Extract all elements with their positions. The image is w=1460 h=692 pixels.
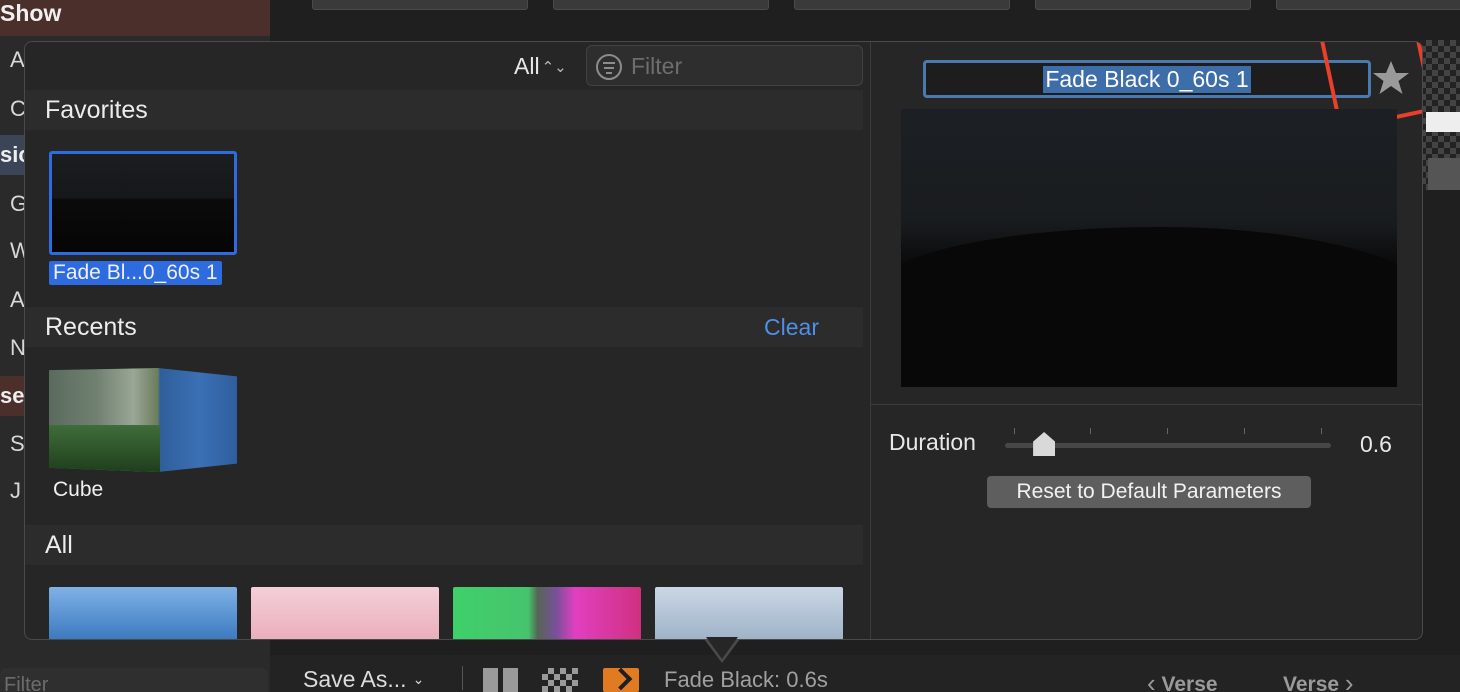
all-title: All xyxy=(45,531,73,559)
recent-transition-thumbnail-cube[interactable] xyxy=(49,368,237,472)
all-section-header: All xyxy=(25,525,863,565)
slider-tick xyxy=(1090,428,1091,434)
sidebar-section-header[interactable]: se xyxy=(0,376,26,416)
split-layout-icon[interactable] xyxy=(483,668,519,692)
duration-label: Duration xyxy=(889,429,976,455)
slide-text-fragment xyxy=(1426,112,1460,132)
slide-preview-edge xyxy=(1420,40,1460,190)
recents-title: Recents xyxy=(45,313,137,341)
bottom-toolbar xyxy=(270,655,1460,692)
transition-status[interactable]: Fade Black: 0.6s xyxy=(664,667,828,692)
sidebar-row[interactable]: J xyxy=(0,471,26,511)
save-as-label: Save As... xyxy=(303,666,407,692)
recents-section-header: Recents Clear xyxy=(25,307,863,347)
sidebar-filter-field[interactable]: Filter xyxy=(0,668,268,692)
filter-field[interactable] xyxy=(586,45,863,86)
slider-tick xyxy=(1014,428,1015,434)
slider-tick xyxy=(1244,428,1245,434)
sidebar-row[interactable]: C xyxy=(0,89,26,129)
favorites-section-header: Favorites xyxy=(25,90,863,130)
updown-chevron-icon: ⌃⌄ xyxy=(541,59,567,76)
clear-recents-button[interactable]: Clear xyxy=(764,307,819,347)
transition-preview xyxy=(901,109,1397,387)
popover-tail xyxy=(706,637,738,659)
checkerboard-icon[interactable] xyxy=(542,668,578,692)
sidebar-row[interactable]: W xyxy=(0,231,31,271)
save-as-menu[interactable]: Save As... ⌄ xyxy=(303,666,424,692)
sidebar-row[interactable]: A xyxy=(0,280,26,320)
transition-library: All⌃⌄ Favorites Fade Bl...0_60s 1 Recent… xyxy=(25,42,870,639)
slide-card[interactable] xyxy=(1035,0,1251,10)
slider-tick xyxy=(1167,428,1168,434)
sidebar-row-selected[interactable]: sic xyxy=(0,135,31,175)
reset-default-parameters-button[interactable]: Reset to Default Parameters xyxy=(987,476,1311,508)
favorites-title: Favorites xyxy=(45,96,148,124)
filter-icon xyxy=(596,54,622,80)
transition-picker-popover: All⌃⌄ Favorites Fade Bl...0_60s 1 Recent… xyxy=(24,41,1423,640)
slide-card[interactable] xyxy=(553,0,769,10)
duration-slider-thumb[interactable] xyxy=(1033,432,1056,456)
favorite-transition-thumbnail[interactable] xyxy=(49,151,237,255)
transition-icon[interactable] xyxy=(603,668,639,692)
sidebar-row[interactable]: N xyxy=(0,328,26,368)
transition-thumbnail[interactable] xyxy=(655,587,843,639)
slide-card[interactable] xyxy=(794,0,1010,10)
transition-thumbnail[interactable] xyxy=(251,587,439,639)
favorite-transition-label[interactable]: Fade Bl...0_60s 1 xyxy=(49,261,222,285)
transition-name-text: Fade Black 0_60s 1 xyxy=(1043,66,1251,93)
transition-thumbnail[interactable] xyxy=(453,587,641,639)
sidebar-row[interactable]: G xyxy=(0,184,27,224)
transition-name-field[interactable]: Fade Black 0_60s 1 xyxy=(923,60,1371,98)
chevron-left-icon: ‹ xyxy=(1147,668,1156,692)
slide-card[interactable] xyxy=(1276,0,1460,10)
previous-slide-button[interactable]: ‹ Verse xyxy=(1147,667,1218,692)
sidebar-row[interactable]: S xyxy=(0,424,26,464)
chevron-down-icon: ⌄ xyxy=(412,671,425,687)
sidebar-show-header[interactable]: Show xyxy=(0,0,270,36)
slide-thumb-fragment xyxy=(1428,158,1460,190)
previous-label: Verse xyxy=(1161,673,1218,692)
next-label: Verse xyxy=(1283,673,1340,692)
next-slide-button[interactable]: Verse › xyxy=(1283,667,1354,692)
transition-thumbnail[interactable] xyxy=(49,587,237,639)
slide-card[interactable] xyxy=(312,0,528,10)
duration-value: 0.6 xyxy=(1360,431,1392,457)
chevron-right-icon: › xyxy=(1344,668,1354,692)
filter-input[interactable] xyxy=(631,51,851,81)
toolbar-divider xyxy=(462,666,463,690)
slider-tick xyxy=(1321,428,1322,434)
recent-transition-label[interactable]: Cube xyxy=(53,478,103,502)
transition-inspector: Fade Black 0_60s 1 Duration 0.6 Reset to… xyxy=(870,42,1422,639)
sidebar-row[interactable]: A xyxy=(0,40,26,80)
category-select-value: All xyxy=(514,53,540,79)
preview-hill xyxy=(901,227,1397,387)
category-select[interactable]: All ⌃⌄ xyxy=(514,53,567,80)
inspector-divider xyxy=(871,404,1422,405)
